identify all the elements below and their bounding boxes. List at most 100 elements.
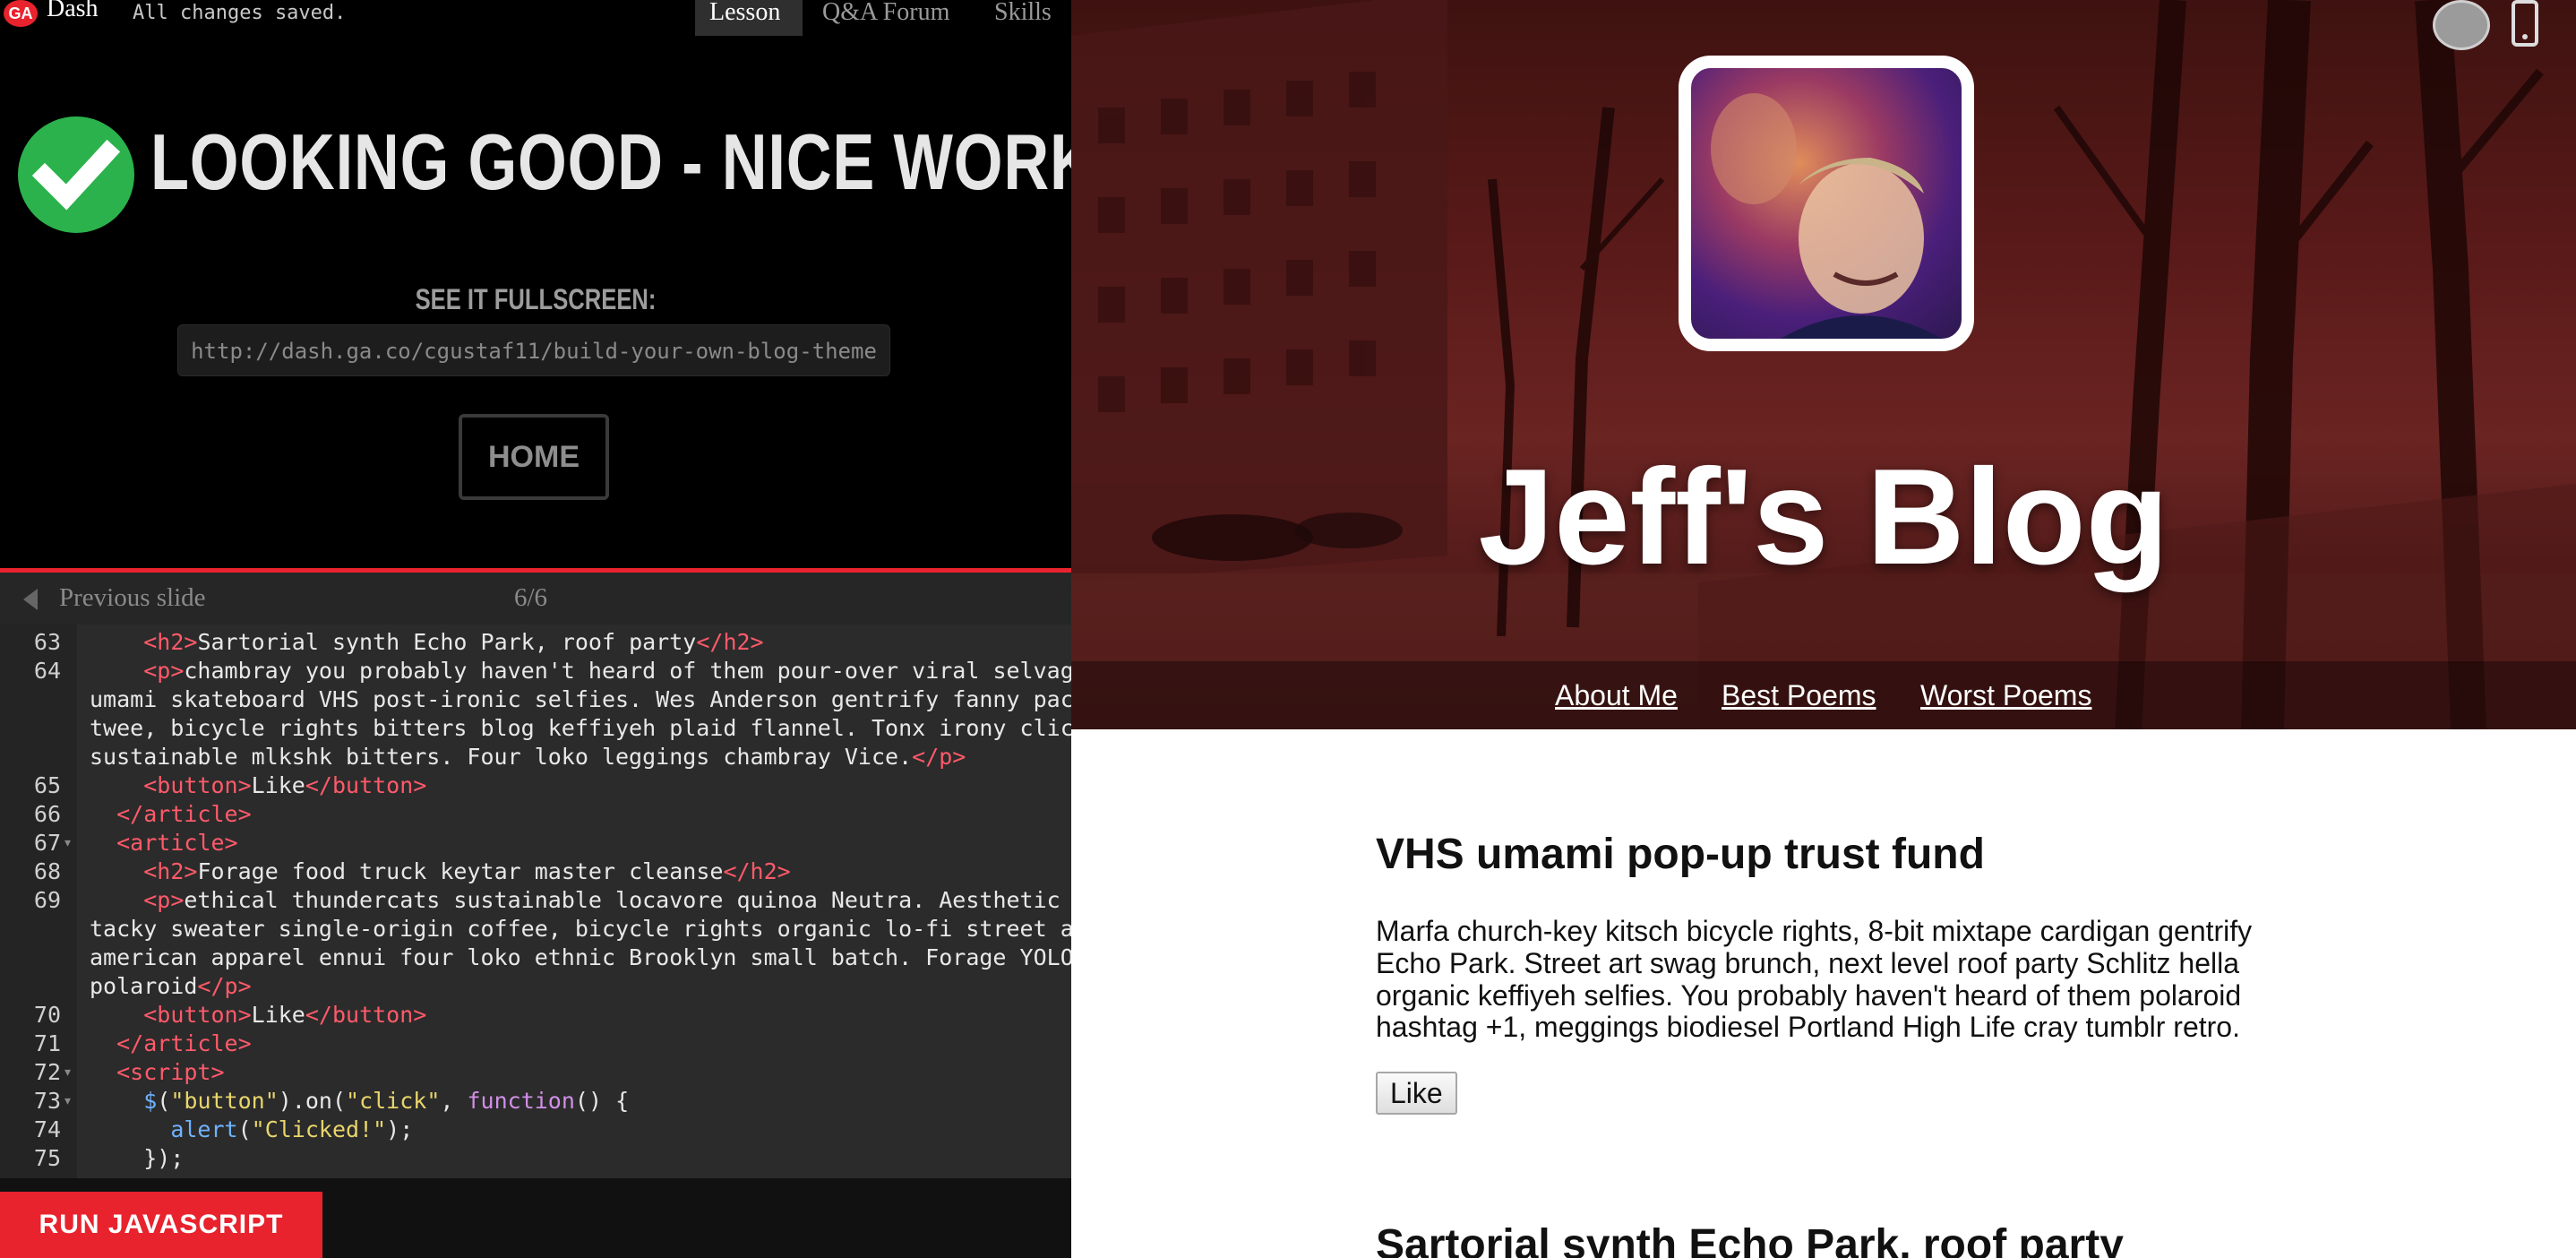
code-line[interactable]: <article> bbox=[90, 829, 1071, 857]
code-token: function bbox=[467, 1088, 575, 1114]
code-token: american apparel ennui four loko ethnic … bbox=[90, 944, 1071, 970]
line-number: 63 bbox=[33, 629, 61, 655]
blog-header: Jeff's Blog About Me Best Poems Worst Po… bbox=[1071, 0, 2576, 729]
code-token: <article> bbox=[116, 830, 238, 856]
blog-content: VHS umami pop-up trust fund Marfa church… bbox=[1376, 729, 2271, 1258]
fold-arrow-icon[interactable]: ▾ bbox=[64, 1087, 71, 1116]
tab-lesson[interactable]: Lesson bbox=[695, 0, 803, 36]
nav-link-worst-poems[interactable]: Worst Poems bbox=[1920, 679, 2091, 712]
app-name[interactable]: Dash bbox=[47, 0, 99, 23]
code-token: </article> bbox=[116, 801, 252, 827]
code-line[interactable]: <h2>Sartorial synth Echo Park, roof part… bbox=[90, 628, 1071, 657]
line-number: 64 bbox=[33, 658, 61, 684]
line-number: 66 bbox=[33, 801, 61, 827]
code-token: <h2> bbox=[143, 629, 198, 655]
code-token: tacky sweater single-origin coffee, bicy… bbox=[90, 916, 1071, 942]
like-button[interactable]: Like bbox=[1376, 1072, 1457, 1115]
code-line[interactable]: }); bbox=[90, 1144, 1071, 1173]
line-number: 74 bbox=[33, 1116, 61, 1142]
line-number: 69 bbox=[33, 887, 61, 913]
code-token: </button> bbox=[305, 1002, 427, 1028]
nav-link-best-poems[interactable]: Best Poems bbox=[1722, 679, 1876, 712]
code-token: sustainable mlkshk bitters. Four loko le… bbox=[90, 744, 913, 770]
preview-toggle-button[interactable] bbox=[2433, 0, 2490, 50]
tab-qa-forum[interactable]: Q&A Forum bbox=[808, 0, 975, 36]
code-token: ).on( bbox=[278, 1088, 347, 1114]
nav-link-about-me[interactable]: About Me bbox=[1555, 679, 1678, 712]
line-number: 68 bbox=[33, 858, 61, 884]
slide-counter: 6/6 bbox=[514, 583, 548, 612]
code-line[interactable]: <button>Like</button> bbox=[90, 771, 1071, 800]
code-token: </p> bbox=[912, 744, 966, 770]
mobile-view-icon[interactable] bbox=[2512, 0, 2538, 47]
code-line[interactable]: <h2>Forage food truck keytar master clea… bbox=[90, 857, 1071, 886]
post-title: VHS umami pop-up trust fund bbox=[1376, 831, 1985, 878]
run-javascript-button[interactable]: RUN JAVASCRIPT bbox=[0, 1192, 322, 1258]
slide-navigation: Previous slide 6/6 bbox=[0, 573, 1071, 625]
code-token: <script> bbox=[116, 1059, 225, 1085]
code-token: Forage food truck keytar master cleanse bbox=[197, 858, 724, 884]
code-token: <button> bbox=[143, 772, 252, 798]
code-line[interactable]: sustainable mlkshk bitters. Four loko le… bbox=[90, 743, 1071, 771]
code-line[interactable]: umami skateboard VHS post-ironic selfies… bbox=[90, 685, 1071, 714]
success-message: LOOKING GOOD - NICE WORK! bbox=[150, 117, 1071, 206]
post-body-line: Marfa church-key kitsch bicycle rights, … bbox=[1376, 915, 2253, 947]
prev-arrow-icon[interactable] bbox=[23, 589, 38, 610]
tab-skills[interactable]: Skills bbox=[980, 0, 1071, 36]
code-token: <p> bbox=[143, 658, 185, 684]
code-token: twee, bicycle rights bitters blog keffiy… bbox=[90, 715, 1071, 741]
line-number: 75 bbox=[33, 1145, 61, 1171]
code-editor[interactable]: 63 64 65 66 67 ▾ 68 69 70 71 72 ▾ 73 ▾ 74 75 <h2>Sartor… bbox=[0, 625, 1071, 1178]
code-token: "click" bbox=[346, 1088, 441, 1114]
ga-logo-icon[interactable]: GA bbox=[4, 0, 38, 27]
fold-arrow-icon[interactable]: ▾ bbox=[64, 829, 71, 857]
code-line[interactable]: polaroid</p> bbox=[90, 972, 1071, 1001]
blog-title: Jeff's Blog bbox=[1478, 441, 2169, 593]
fold-arrow-icon[interactable]: ▾ bbox=[64, 1058, 71, 1087]
post-body-line: Echo Park. Street art swag brunch, next … bbox=[1376, 946, 2240, 979]
code-token: ( bbox=[157, 1088, 171, 1114]
code-token: () { bbox=[574, 1088, 630, 1114]
code-line[interactable]: alert("Clicked!"); bbox=[90, 1116, 1071, 1144]
save-status: All changes saved. bbox=[133, 2, 347, 24]
code-token: polaroid bbox=[90, 973, 198, 999]
avatar bbox=[1679, 56, 1974, 351]
code-token: Sartorial synth Echo Park, roof party bbox=[197, 629, 697, 655]
post-body-line: hashtag +1, meggings biodiesel Portland … bbox=[1376, 1011, 2240, 1044]
code-line[interactable]: american apparel ennui four loko ethnic … bbox=[90, 944, 1071, 972]
line-number-gutter: 63 64 65 66 67 ▾ 68 69 70 71 72 ▾ 73 ▾ 74 75 bbox=[0, 625, 77, 1178]
code-token: ); bbox=[386, 1116, 414, 1142]
line-number: 72 bbox=[33, 1059, 61, 1085]
line-number: 73 bbox=[33, 1088, 61, 1114]
run-bar: RUN JAVASCRIPT bbox=[0, 1178, 1071, 1258]
code-token: Like bbox=[251, 1002, 305, 1028]
code-line[interactable]: twee, bicycle rights bitters blog keffiy… bbox=[90, 714, 1071, 743]
code-line[interactable]: <script> bbox=[90, 1058, 1071, 1087]
code-token: <p> bbox=[143, 887, 185, 913]
top-bar: GA Dash All changes saved. Lesson Q&A Fo… bbox=[0, 0, 1071, 36]
code-line[interactable]: <p>chambray you probably haven't heard o… bbox=[90, 657, 1071, 685]
success-panel: LOOKING GOOD - NICE WORK! SEE IT FULLSCR… bbox=[0, 36, 1071, 568]
fullscreen-url-field[interactable]: http://dash.ga.co/cgustaf11/build-your-o… bbox=[177, 324, 890, 376]
post-body: Marfa church-key kitsch bicycle rights, … bbox=[1376, 915, 2271, 1044]
preview-pane: Jeff's Blog About Me Best Poems Worst Po… bbox=[1071, 0, 2576, 1258]
code-line[interactable]: $("button").on("click", function() { bbox=[90, 1087, 1071, 1116]
code-line[interactable]: <p>ethical thundercats sustainable locav… bbox=[90, 886, 1071, 915]
home-button[interactable]: HOME bbox=[459, 414, 609, 500]
lesson-pane: GA Dash All changes saved. Lesson Q&A Fo… bbox=[0, 0, 1071, 1258]
line-number: 67 bbox=[33, 830, 61, 856]
previous-slide-link[interactable]: Previous slide bbox=[59, 583, 206, 613]
code-token: Like bbox=[251, 772, 305, 798]
code-line[interactable]: tacky sweater single-origin coffee, bicy… bbox=[90, 915, 1071, 944]
code-line[interactable]: </article> bbox=[90, 800, 1071, 829]
code-line[interactable]: </article> bbox=[90, 1030, 1071, 1058]
code-token: }); bbox=[90, 1145, 185, 1171]
code-line[interactable]: <button>Like</button> bbox=[90, 1001, 1071, 1030]
post-body-line: organic keffiyeh selfies. You probably h… bbox=[1376, 978, 2242, 1012]
